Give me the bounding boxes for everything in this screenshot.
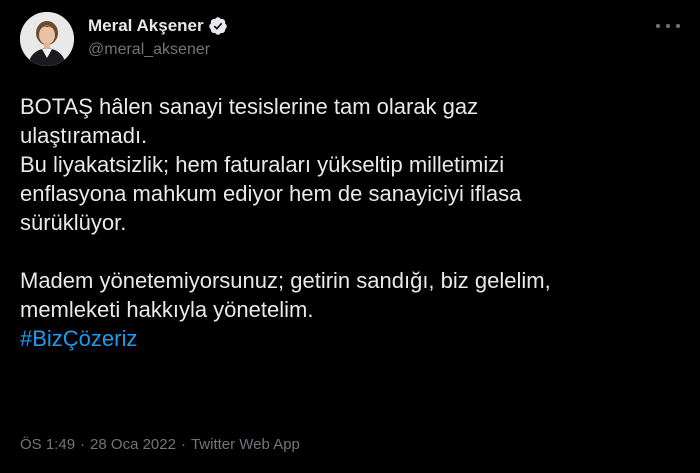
tweet-source[interactable]: Twitter Web App bbox=[191, 436, 300, 453]
tweet-line: sürüklüyor. bbox=[20, 210, 127, 235]
tweet-text: BOTAŞ hâlen sanayi tesislerine tam olara… bbox=[20, 92, 680, 353]
tweet-time[interactable]: ÖS 1:49 bbox=[20, 436, 75, 453]
meta-separator: · bbox=[180, 436, 186, 453]
tweet-line: ulaştıramadı. bbox=[20, 123, 148, 148]
tweet-line: Madem yönetemiyorsunuz; getirin sandığı,… bbox=[20, 268, 551, 293]
verified-badge-icon bbox=[208, 16, 228, 36]
meta-separator: · bbox=[80, 436, 86, 453]
more-options-icon[interactable] bbox=[656, 18, 680, 34]
tweet-card: Meral Akşener @meral_aksener BOTAŞ hâlen… bbox=[0, 0, 700, 473]
tweet-line: BOTAŞ hâlen sanayi tesislerine tam olara… bbox=[20, 94, 479, 119]
author-block: Meral Akşener @meral_aksener bbox=[88, 14, 228, 59]
profile-photo-icon bbox=[20, 12, 74, 66]
tweet-meta: ÖS 1:49 · 28 Oca 2022 · Twitter Web App bbox=[20, 436, 300, 453]
avatar[interactable] bbox=[20, 12, 74, 66]
tweet-line: memleketi hakkıyla yönetelim. bbox=[20, 297, 314, 322]
hashtag-link[interactable]: #BizÇözeriz bbox=[20, 326, 137, 351]
display-name[interactable]: Meral Akşener bbox=[88, 16, 204, 36]
tweet-line: Bu liyakatsizlik; hem faturaları yükselt… bbox=[20, 152, 505, 177]
tweet-line: enflasyona mahkum ediyor hem de sanayici… bbox=[20, 181, 522, 206]
user-handle[interactable]: @meral_aksener bbox=[88, 41, 228, 59]
name-row: Meral Akşener bbox=[88, 14, 228, 38]
tweet-date[interactable]: 28 Oca 2022 bbox=[90, 436, 176, 453]
hashtag-line: #BizÇözeriz bbox=[20, 324, 680, 353]
